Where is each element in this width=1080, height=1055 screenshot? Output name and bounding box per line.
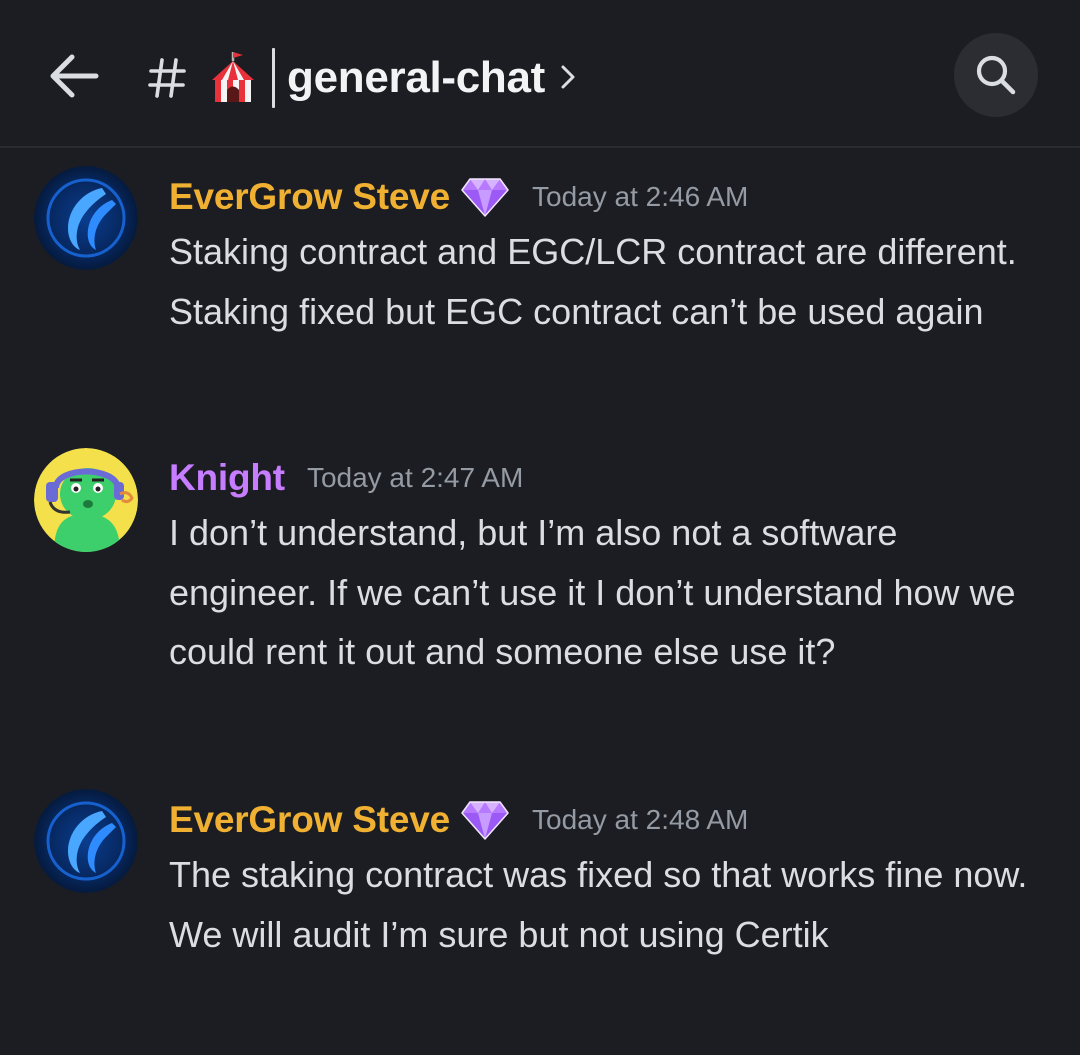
author-name[interactable]: EverGrow Steve xyxy=(169,176,450,218)
avatar[interactable] xyxy=(34,448,138,552)
evergrow-logo-avatar xyxy=(34,789,138,893)
gem-icon xyxy=(461,178,509,217)
channel-title-button[interactable]: general-chat xyxy=(148,40,577,116)
message-timestamp: Today at 2:46 AM xyxy=(532,181,749,212)
channel-separator xyxy=(272,48,275,108)
message-timestamp: Today at 2:47 AM xyxy=(306,462,524,493)
avatar[interactable] xyxy=(34,789,138,893)
message-text: I don’t understand, but I’m also not a s… xyxy=(169,512,1016,672)
search-button[interactable] xyxy=(954,33,1038,117)
author-name[interactable]: Knight xyxy=(169,457,285,499)
message-text: Staking contract and EGC/LCR contract ar… xyxy=(169,231,1017,332)
message-timestamp: Today at 2:48 AM xyxy=(532,804,749,835)
author-name[interactable]: EverGrow Steve xyxy=(169,799,450,841)
avatar[interactable] xyxy=(34,166,138,270)
knight-avatar xyxy=(34,448,138,552)
search-icon xyxy=(976,55,1016,95)
message-text: The staking contract was fixed so that w… xyxy=(169,854,1028,955)
evergrow-logo-avatar xyxy=(34,166,138,270)
channel-name: general-chat xyxy=(287,53,546,102)
arrow-left-icon xyxy=(50,54,99,98)
circus-tent-icon xyxy=(212,52,254,102)
gem-icon xyxy=(461,801,509,840)
back-button[interactable] xyxy=(44,46,104,106)
channel-header: general-chat xyxy=(0,0,1080,148)
hash-icon xyxy=(148,58,186,98)
chevron-right-icon xyxy=(561,65,575,89)
